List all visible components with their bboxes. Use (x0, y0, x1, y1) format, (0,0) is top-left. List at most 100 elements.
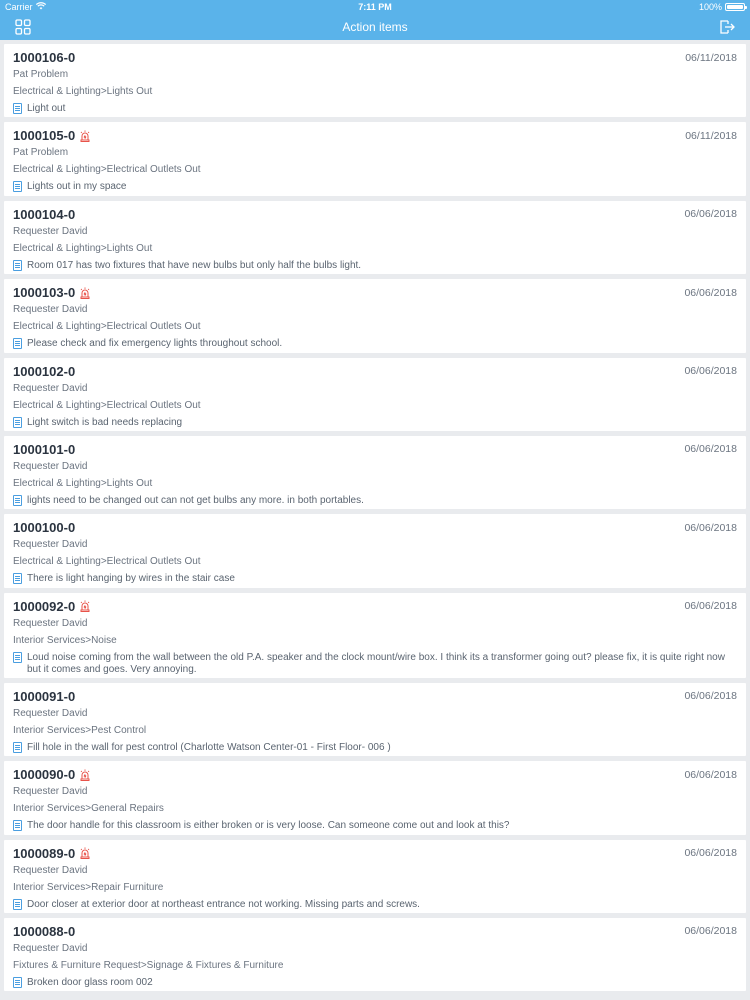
description-text: The door handle for this classroom is ei… (27, 820, 510, 832)
card-header: 1000101-0 06/06/2018 (13, 441, 737, 458)
description-row: The door handle for this classroom is ei… (13, 817, 737, 832)
requester-name: Requester David (13, 617, 88, 629)
action-item-card[interactable]: 1000106-0 06/11/2018 Pat Problem Electri… (4, 44, 746, 118)
ticket-id: 1000089-0 (13, 845, 76, 861)
requester-name: Requester David (13, 539, 88, 551)
card-header: 1000092-0 06/06/2018 (13, 598, 737, 615)
requester-name: Requester David (13, 382, 88, 394)
alarm-icon (80, 769, 90, 781)
action-item-card[interactable]: 1000104-0 06/06/2018 Requester David Ele… (4, 200, 746, 275)
category-path: Interior Services>Noise (13, 634, 117, 646)
requester-name: Requester David (13, 225, 88, 237)
action-item-card[interactable]: 1000092-0 06/06/2018 Requester David Int… (4, 592, 746, 678)
description-row: Room 017 has two fixtures that have new … (13, 257, 737, 272)
status-time: 7:11 PM (358, 2, 392, 12)
card-header: 1000104-0 06/06/2018 (13, 206, 737, 223)
ticket-date: 06/06/2018 (684, 600, 737, 613)
action-item-card[interactable]: 1000088-0 06/06/2018 Requester David Fix… (4, 917, 746, 992)
ticket-date: 06/06/2018 (684, 443, 737, 456)
description-text: Light out (27, 103, 66, 114)
ticket-id: 1000102-0 (13, 363, 76, 379)
action-item-card[interactable]: 1000105-0 06/11/2018 Pat Problem Electri… (4, 122, 746, 196)
logout-icon (720, 20, 735, 34)
nav-bar: Action items (0, 14, 750, 40)
description-text: Please check and fix emergency lights th… (27, 338, 283, 350)
ticket: 1000090-0 (13, 767, 90, 782)
description-text: Light switch is bad needs replacing (27, 416, 183, 428)
requester-name: Requester David (13, 942, 88, 954)
requester-name: Pat Problem (13, 147, 69, 159)
ticket-id: 1000106-0 (13, 50, 76, 65)
menu-grid-button[interactable] (14, 18, 32, 36)
action-item-card[interactable]: 1000103-0 06/06/2018 Requester David Ele… (4, 279, 746, 353)
ticket-date: 06/06/2018 (684, 690, 737, 703)
description-row: Light switch is bad needs replacing (13, 414, 737, 429)
card-header: 1000088-0 06/06/2018 (13, 923, 737, 940)
note-icon (13, 573, 22, 585)
ticket-date: 06/06/2018 (684, 365, 737, 378)
note-icon (13, 976, 22, 988)
category-path: Interior Services>Pest Control (13, 724, 147, 736)
card-header: 1000089-0 06/06/2018 (13, 845, 737, 862)
card-header: 1000106-0 06/11/2018 (13, 49, 737, 66)
description-text: Loud noise coming from the wall between … (27, 651, 725, 675)
ticket: 1000104-0 (13, 207, 75, 222)
ticket: 1000092-0 (13, 599, 90, 614)
action-item-card[interactable]: 1000089-0 06/06/2018 Requester David Int… (4, 839, 746, 913)
description-text: Room 017 has two fixtures that have new … (27, 259, 362, 271)
note-icon (13, 181, 22, 193)
description-text: lights need to be changed out can not ge… (27, 494, 364, 506)
note-icon (13, 820, 22, 832)
ticket-date: 06/06/2018 (684, 847, 737, 860)
ticket: 1000101-0 (13, 442, 75, 457)
alarm-icon (80, 130, 90, 142)
category-path: Electrical & Lighting>Lights Out (13, 86, 153, 97)
description-text: Lights out in my space (27, 181, 127, 193)
ticket-date: 06/06/2018 (684, 768, 737, 781)
note-icon (13, 741, 22, 753)
description-row: Loud noise coming from the wall between … (13, 649, 737, 676)
battery-icon (725, 3, 747, 11)
ticket-id: 1000103-0 (13, 285, 76, 301)
ticket-date: 06/11/2018 (685, 51, 737, 64)
ticket: 1000088-0 (13, 924, 75, 939)
category-path: Electrical & Lighting>Electrical Outlets… (13, 164, 201, 176)
description-row: Lights out in my space (13, 178, 737, 193)
action-item-card[interactable]: 1000101-0 06/06/2018 Requester David Ele… (4, 435, 746, 510)
note-icon (13, 898, 22, 910)
action-items-list[interactable]: 1000106-0 06/11/2018 Pat Problem Electri… (0, 40, 750, 992)
ticket-id: 1000090-0 (13, 767, 76, 783)
card-header: 1000102-0 06/06/2018 (13, 363, 737, 380)
description-row: Light out (13, 100, 737, 115)
category-path: Electrical & Lighting>Electrical Outlets… (13, 399, 201, 411)
description-row: Fill hole in the wall for pest control (… (13, 739, 737, 754)
logout-button[interactable] (718, 18, 736, 36)
requester-name: Requester David (13, 864, 88, 876)
requester-name: Pat Problem (13, 69, 69, 80)
action-item-card[interactable]: 1000100-0 06/06/2018 Requester David Ele… (4, 514, 746, 588)
note-icon (13, 494, 22, 506)
description-row: Please check and fix emergency lights th… (13, 335, 737, 350)
note-icon (13, 416, 22, 428)
ticket-date: 06/06/2018 (684, 208, 737, 221)
action-item-card[interactable]: 1000090-0 06/06/2018 Requester David Int… (4, 761, 746, 835)
requester-name: Requester David (13, 786, 88, 798)
description-row: Broken door glass room 002 (13, 974, 737, 989)
battery-fill (727, 5, 743, 9)
description-row: Door closer at exterior door at northeas… (13, 896, 737, 911)
category-path: Electrical & Lighting>Electrical Outlets… (13, 321, 201, 333)
description-text: Door closer at exterior door at northeas… (27, 898, 420, 910)
page-title: Action items (342, 20, 408, 34)
ticket-date: 06/11/2018 (685, 129, 737, 142)
card-header: 1000103-0 06/06/2018 (13, 284, 737, 301)
ticket-date: 06/06/2018 (684, 925, 737, 938)
ticket: 1000091-0 (13, 689, 75, 704)
action-item-card[interactable]: 1000091-0 06/06/2018 Requester David Int… (4, 682, 746, 757)
requester-name: Requester David (13, 460, 88, 472)
description-text: Broken door glass room 002 (27, 976, 153, 988)
ticket-id: 1000091-0 (13, 688, 76, 704)
category-path: Electrical & Lighting>Lights Out (13, 242, 153, 254)
action-item-card[interactable]: 1000102-0 06/06/2018 Requester David Ele… (4, 357, 746, 431)
category-path: Electrical & Lighting>Electrical Outlets… (13, 556, 201, 568)
requester-name: Requester David (13, 304, 88, 316)
